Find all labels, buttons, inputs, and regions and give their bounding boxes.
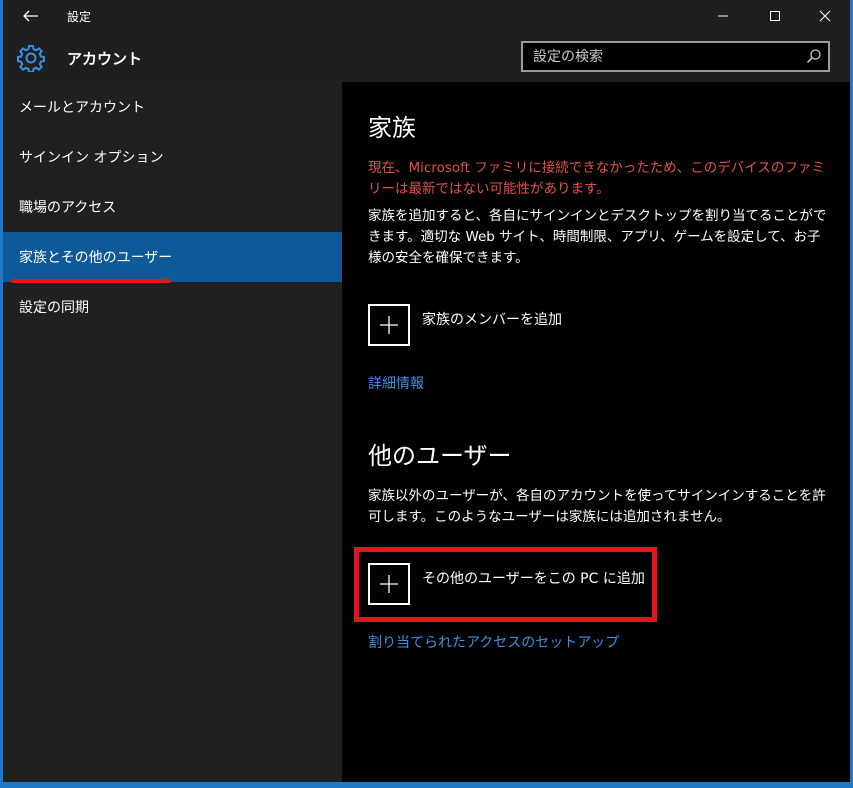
sidebar-item-work-access[interactable]: 職場のアクセス	[3, 182, 342, 232]
sidebar-item-label: 職場のアクセス	[19, 200, 117, 216]
title-bar: 設定	[3, 0, 850, 32]
back-button[interactable]	[13, 3, 49, 29]
assigned-access-link[interactable]: 割り当てられたアクセスのセットアップ	[368, 632, 619, 652]
sidebar-item-label: メールとアカウント	[19, 100, 145, 116]
add-family-member-label: 家族のメンバーを追加	[422, 312, 562, 328]
add-family-member-button[interactable]: 家族のメンバーを追加	[368, 304, 562, 346]
close-icon	[819, 10, 831, 22]
highlight-box	[354, 547, 657, 622]
page-title: アカウント	[67, 50, 143, 68]
add-family-plus-box	[368, 304, 410, 346]
maximize-icon	[770, 11, 780, 21]
search-box[interactable]	[521, 41, 830, 72]
settings-window: 設定 アカウント 設定の検索 メールとアカウント サインイン オプション 職場の…	[3, 0, 850, 782]
sidebar-item-family-users[interactable]: 家族とその他のユーザー	[3, 232, 342, 282]
minimize-button[interactable]	[700, 0, 746, 32]
sidebar-item-label: サインイン オプション	[19, 150, 164, 166]
sidebar-item-mail-accounts[interactable]: メールとアカウント	[3, 82, 342, 132]
learn-more-link[interactable]: 詳細情報	[368, 373, 424, 393]
sidebar-item-signin-options[interactable]: サインイン オプション	[3, 132, 342, 182]
sidebar-item-label: 家族とその他のユーザー	[19, 250, 173, 266]
sidebar-item-sync-settings[interactable]: 設定の同期	[3, 282, 342, 332]
sidebar-item-label: 設定の同期	[19, 300, 89, 316]
other-users-description: 家族以外のユーザーが、各自のアカウントを使ってサインインすることを許可します。こ…	[368, 488, 826, 525]
sidebar: メールとアカウント サインイン オプション 職場のアクセス 家族とその他のユーザ…	[3, 82, 342, 782]
main-content: 家族 現在、Microsoft ファミリに接続できなかったため、このデバイスのフ…	[342, 82, 850, 782]
search-icon[interactable]	[806, 48, 822, 64]
family-description: 家族を追加すると、各自にサインインとデスクトップを割り当てることができます。適切…	[368, 208, 827, 266]
page-header: アカウント	[3, 32, 850, 82]
close-button[interactable]	[802, 0, 848, 32]
plus-icon	[380, 316, 398, 334]
family-heading: 家族	[368, 114, 416, 142]
back-arrow-icon	[23, 10, 38, 22]
search-input[interactable]	[523, 43, 813, 70]
other-users-heading: 他のユーザー	[368, 442, 512, 470]
maximize-button[interactable]	[752, 0, 798, 32]
window-title: 設定	[67, 10, 92, 24]
family-warning-text: 現在、Microsoft ファミリに接続できなかったため、このデバイスのファミリ…	[368, 160, 825, 197]
minimize-icon	[718, 15, 728, 17]
gear-icon	[17, 45, 45, 72]
